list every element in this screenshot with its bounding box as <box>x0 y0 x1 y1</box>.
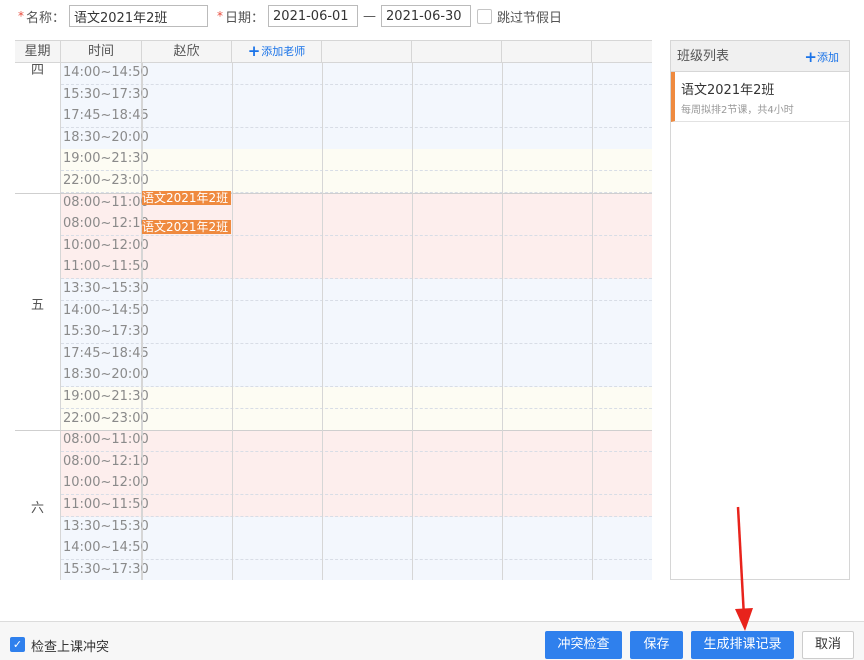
column-divider <box>592 63 593 580</box>
time-slot-row[interactable]: 14:00~14:50 <box>61 63 652 85</box>
time-slot-row[interactable]: 18:30~20:00 <box>61 365 652 388</box>
time-slot-label: 10:00~12:00 <box>61 235 149 258</box>
time-slot-row[interactable]: 08:00~12:10 <box>61 451 652 474</box>
day-separator <box>15 430 652 432</box>
empty-column-header <box>592 41 652 62</box>
save-button[interactable]: 保存 <box>630 631 683 659</box>
time-slot-label: 11:00~11:50 <box>61 257 149 280</box>
check-conflict-label: 检查上课冲突 <box>31 640 110 655</box>
column-divider <box>322 63 323 580</box>
lesson-block[interactable]: 语文2021年2班 <box>142 190 231 205</box>
time-slot-label: 08:00~11:00 <box>61 430 149 453</box>
time-header: 时间 <box>61 41 142 62</box>
empty-column-header <box>322 41 412 62</box>
time-slot-row[interactable]: 15:30~17:30 <box>61 84 652 107</box>
end-date-input[interactable] <box>381 5 472 27</box>
empty-column-header <box>502 41 592 62</box>
empty-column-header <box>412 41 502 62</box>
schedule-editor: * 名称： * 日期： — 跳过节假日 星期 时间 赵欣 +添加老师 14:00… <box>0 0 864 660</box>
weekday-cell: 六 <box>15 430 61 580</box>
time-slot-row[interactable]: 11:00~11:50 <box>61 257 652 280</box>
column-divider <box>502 63 503 580</box>
date-label: 日期： <box>225 10 265 26</box>
class-list-header: 班级列表 +添加 <box>671 41 849 72</box>
weekday-header: 星期 <box>15 41 61 62</box>
class-description: 每周拟排2节课，共4小时 <box>681 105 794 116</box>
time-slot-label: 22:00~23:00 <box>61 171 149 193</box>
day-separator <box>15 192 652 194</box>
name-label: 名称： <box>26 10 66 26</box>
time-slot-row[interactable]: 19:00~21:30 <box>61 387 652 409</box>
time-slot-label: 19:00~21:30 <box>61 149 149 172</box>
check-conflict-checkbox[interactable]: ✓ <box>10 637 25 652</box>
schedule-grid: 星期 时间 赵欣 +添加老师 14:00~14:50 15:30~17:30 17:… <box>15 40 652 580</box>
time-slot-row[interactable]: 11:00~11:50 <box>61 495 652 517</box>
plus-icon: + <box>247 42 261 60</box>
time-slot-label: 18:30~20:00 <box>61 127 149 150</box>
time-slot-label: 19:00~21:30 <box>61 387 149 409</box>
time-slot-row[interactable]: 08:00~11:00 <box>61 430 652 453</box>
time-slot-row[interactable]: 13:30~15:30 <box>61 516 652 539</box>
time-slot-row[interactable]: 15:30~17:30 <box>61 322 652 345</box>
time-slot-row[interactable]: 19:00~21:30 <box>61 149 652 172</box>
time-slot-label: 17:45~18:45 <box>61 106 149 129</box>
time-slot-label: 15:30~17:30 <box>61 322 149 345</box>
plus-icon: + <box>804 48 817 66</box>
annotation-arrow-icon <box>735 506 753 631</box>
time-slot-label: 08:00~11:00 <box>61 192 149 215</box>
name-input[interactable] <box>69 5 209 27</box>
time-slot-label: 13:30~15:30 <box>61 516 149 539</box>
class-list-panel: 班级列表 +添加 语文2021年2班 每周拟排2节课，共4小时 <box>670 40 850 580</box>
time-slot-label: 22:00~23:00 <box>61 408 149 431</box>
time-slot-label: 10:00~12:00 <box>61 473 149 496</box>
lesson-block[interactable]: 语文2021年2班 <box>142 220 231 235</box>
teacher-column-header[interactable]: 赵欣 <box>142 41 232 62</box>
class-list-item[interactable]: 语文2021年2班 每周拟排2节课，共4小时 <box>671 72 849 122</box>
time-slot-label: 15:30~17:30 <box>61 559 149 580</box>
schedule-header: 星期 时间 赵欣 +添加老师 <box>15 41 652 63</box>
add-teacher-button[interactable]: +添加老师 <box>232 41 322 62</box>
time-slot-label: 17:45~18:45 <box>61 343 149 366</box>
time-slot-label: 18:30~20:00 <box>61 365 149 388</box>
add-class-button[interactable]: +添加 <box>804 41 839 74</box>
time-slot-row[interactable]: 15:30~17:30 <box>61 559 652 580</box>
time-slot-label: 14:00~14:50 <box>61 538 149 561</box>
required-mark: * <box>18 9 24 23</box>
weekday-cell: 四 <box>15 63 61 193</box>
time-slot-label: 08:00~12:10 <box>61 451 149 474</box>
conflict-check-button[interactable]: 冲突检查 <box>545 631 622 659</box>
weekday-cell: 五 <box>15 192 61 431</box>
time-slot-label: 14:00~14:50 <box>61 63 149 85</box>
time-slot-row[interactable]: 22:00~23:00 <box>61 408 652 431</box>
column-divider <box>232 63 233 580</box>
time-slot-row[interactable]: 14:00~14:50 <box>61 538 652 561</box>
time-slot-row[interactable]: 14:00~14:50 <box>61 300 652 323</box>
add-class-label: 添加 <box>817 51 839 64</box>
time-slot-row[interactable]: 17:45~18:45 <box>61 343 652 366</box>
add-teacher-label: 添加老师 <box>261 45 306 58</box>
skip-holidays-label: 跳过节假日 <box>497 10 563 26</box>
time-slot-row[interactable]: 18:30~20:00 <box>61 127 652 150</box>
class-name: 语文2021年2班 <box>681 83 775 98</box>
time-slot-label: 15:30~17:30 <box>61 84 149 107</box>
time-slot-row[interactable]: 13:30~15:30 <box>61 279 652 301</box>
column-divider <box>412 63 413 580</box>
time-slot-label: 08:00~12:10 <box>61 214 149 237</box>
form-row: * 名称： * 日期： — 跳过节假日 <box>0 0 864 32</box>
class-list-title: 班级列表 <box>677 49 730 64</box>
generate-records-button[interactable]: 生成排课记录 <box>691 631 794 659</box>
date-separator: — <box>363 8 377 24</box>
time-slot-label: 11:00~11:50 <box>61 495 149 517</box>
start-date-input[interactable] <box>268 5 359 27</box>
time-slot-label: 14:00~14:50 <box>61 300 149 323</box>
skip-holidays-checkbox[interactable] <box>477 8 493 24</box>
schedule-body: 14:00~14:50 15:30~17:30 17:45~18:45 18:30~2… <box>15 63 652 580</box>
time-slot-row[interactable]: 17:45~18:45 <box>61 106 652 129</box>
time-slot-row[interactable]: 10:00~12:00 <box>61 235 652 258</box>
time-slot-label: 13:30~15:30 <box>61 279 149 301</box>
column-divider <box>142 63 143 580</box>
required-mark: * <box>217 9 224 23</box>
time-slot-row[interactable]: 10:00~12:00 <box>61 473 652 496</box>
cancel-button[interactable]: 取消 <box>802 631 854 659</box>
